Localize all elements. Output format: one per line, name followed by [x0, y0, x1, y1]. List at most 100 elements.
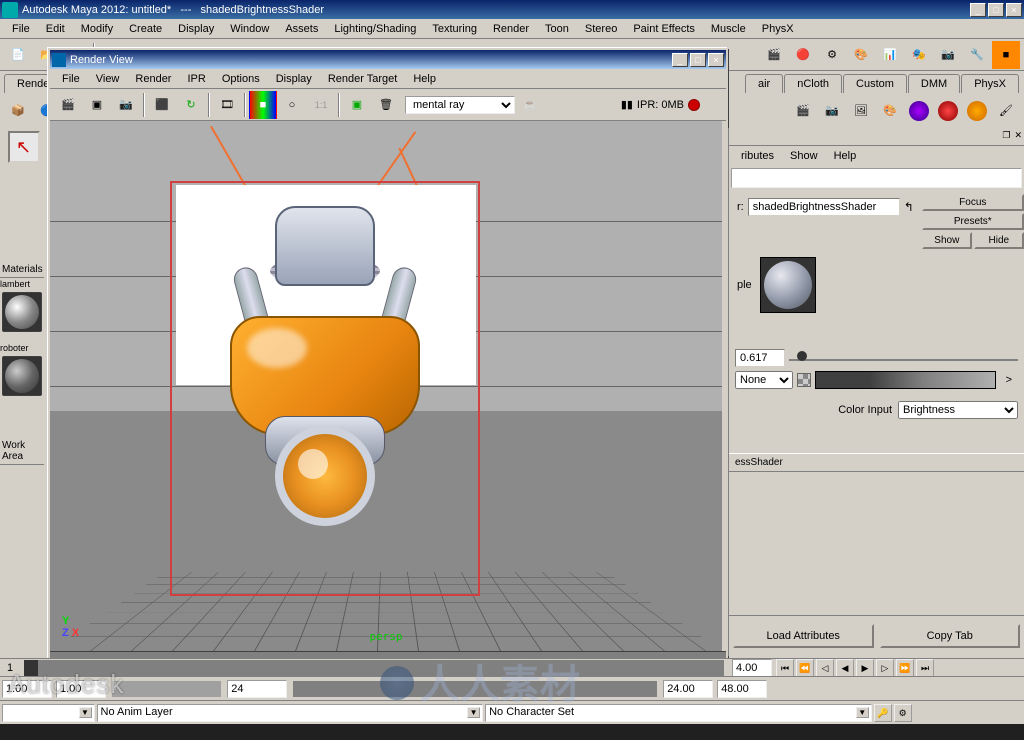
- prefs-icon[interactable]: ⚙: [894, 704, 912, 722]
- presets-button[interactable]: Presets*: [922, 213, 1024, 230]
- snapshot-icon[interactable]: 📷: [112, 91, 140, 119]
- tab-hair[interactable]: air: [745, 74, 783, 93]
- play-back-icon[interactable]: ◀: [836, 659, 854, 677]
- menu-lighting[interactable]: Lighting/Shading: [326, 21, 424, 37]
- rgb-icon[interactable]: ■: [249, 91, 277, 119]
- focus-button[interactable]: Focus: [922, 194, 1024, 211]
- menu-window[interactable]: Window: [222, 21, 277, 37]
- attr-menu-help[interactable]: Help: [826, 148, 865, 164]
- rv-menu-view[interactable]: View: [88, 71, 128, 87]
- checker-icon[interactable]: [797, 373, 811, 387]
- menu-physx[interactable]: PhysX: [754, 21, 802, 37]
- refresh-icon[interactable]: ↻: [177, 91, 205, 119]
- color-input-dropdown[interactable]: Brightness: [898, 401, 1018, 419]
- command-line[interactable]: [0, 724, 1024, 740]
- render-icon[interactable]: 🎬: [760, 41, 788, 69]
- shelf-btn[interactable]: 📷: [818, 97, 846, 125]
- menu-assets[interactable]: Assets: [277, 21, 326, 37]
- attr-menu-attributes[interactable]: ributes: [733, 148, 782, 164]
- current-frame-input[interactable]: [227, 680, 287, 698]
- menu-modify[interactable]: Modify: [73, 21, 121, 37]
- rv-close-button[interactable]: ×: [708, 53, 724, 67]
- shelf-btn[interactable]: 📦: [4, 97, 32, 125]
- menu-painteffects[interactable]: Paint Effects: [625, 21, 703, 37]
- step-back-icon[interactable]: ◁: [816, 659, 834, 677]
- timeline-marker[interactable]: [24, 660, 38, 676]
- color-ramp[interactable]: [815, 371, 996, 389]
- tab-custom[interactable]: Custom: [843, 74, 907, 93]
- render-view-titlebar[interactable]: Render View _ □ ×: [50, 50, 726, 69]
- tab-dmm[interactable]: DMM: [908, 74, 960, 93]
- step-fwd-icon[interactable]: ▷: [876, 659, 894, 677]
- material-swatch-roboter[interactable]: [2, 356, 42, 396]
- render-settings-icon[interactable]: ⚙: [818, 41, 846, 69]
- hypershade-icon[interactable]: 🎨: [847, 41, 875, 69]
- range-start-input[interactable]: [2, 680, 52, 698]
- minimize-button[interactable]: _: [970, 3, 986, 17]
- shelf-btn[interactable]: [934, 97, 962, 125]
- script-type-dropdown[interactable]: [2, 704, 95, 722]
- menu-display[interactable]: Display: [170, 21, 222, 37]
- pause-icon[interactable]: ☕: [516, 91, 544, 119]
- slider-handle[interactable]: [797, 351, 807, 361]
- rv-menu-file[interactable]: File: [54, 71, 88, 87]
- show-button[interactable]: Show: [922, 232, 972, 249]
- shelf-btn[interactable]: 🖼: [847, 97, 875, 125]
- material-sample-swatch[interactable]: [760, 257, 816, 313]
- toolbar-btn[interactable]: 🎭: [905, 41, 933, 69]
- toolbar-btn[interactable]: 📷: [934, 41, 962, 69]
- rv-maximize-button[interactable]: □: [690, 53, 706, 67]
- value-input[interactable]: [735, 349, 785, 367]
- goto-end-icon[interactable]: ⏭: [916, 659, 934, 677]
- tab-ncloth[interactable]: nCloth: [784, 74, 842, 93]
- record-icon[interactable]: [688, 99, 700, 111]
- material-swatch-lambert[interactable]: [2, 292, 42, 332]
- shader-name-input[interactable]: [748, 198, 900, 216]
- range-end-input[interactable]: [717, 680, 767, 698]
- expand-button[interactable]: >: [1000, 374, 1018, 386]
- keep-image-icon[interactable]: ▣: [343, 91, 371, 119]
- redo-render-icon[interactable]: 🎬: [54, 91, 82, 119]
- rv-minimize-button[interactable]: _: [672, 53, 688, 67]
- ipr-render-icon[interactable]: ⬛: [148, 91, 176, 119]
- time-end-input[interactable]: [732, 659, 772, 677]
- toolbar-btn[interactable]: ■: [992, 41, 1020, 69]
- hide-button[interactable]: Hide: [974, 232, 1024, 249]
- maximize-button[interactable]: □: [988, 3, 1004, 17]
- tab-physx[interactable]: PhysX: [961, 74, 1019, 93]
- attr-menu-show[interactable]: Show: [782, 148, 826, 164]
- panel-close-icon[interactable]: ✕: [1014, 130, 1022, 143]
- range-track[interactable]: [293, 681, 657, 697]
- alpha-icon[interactable]: ○: [278, 91, 306, 119]
- section-header[interactable]: essShader: [729, 453, 1024, 472]
- playback-end-input[interactable]: [663, 680, 713, 698]
- toolbar-btn[interactable]: 🔧: [963, 41, 991, 69]
- close-button[interactable]: ×: [1006, 3, 1022, 17]
- menu-edit[interactable]: Edit: [38, 21, 73, 37]
- select-tool[interactable]: ↖: [8, 131, 40, 163]
- rv-menu-help[interactable]: Help: [405, 71, 444, 87]
- rv-menu-ipr[interactable]: IPR: [179, 71, 213, 87]
- shelf-btn[interactable]: 🎨: [876, 97, 904, 125]
- play-fwd-icon[interactable]: ▶: [856, 659, 874, 677]
- timeline-track[interactable]: [24, 660, 724, 676]
- toolbar-btn[interactable]: 📄: [4, 41, 32, 69]
- menu-file[interactable]: File: [4, 21, 38, 37]
- step-back-key-icon[interactable]: ⏪: [796, 659, 814, 677]
- paint-brush-icon[interactable]: 🖌: [992, 97, 1020, 125]
- renderer-dropdown[interactable]: mental ray: [405, 96, 515, 114]
- playback-start-input[interactable]: [56, 680, 106, 698]
- menu-muscle[interactable]: Muscle: [703, 21, 754, 37]
- load-attributes-button[interactable]: Load Attributes: [733, 624, 874, 648]
- rv-menu-rendertarget[interactable]: Render Target: [320, 71, 406, 87]
- shelf-btn[interactable]: [963, 97, 991, 125]
- remove-image-icon[interactable]: 🗑: [372, 91, 400, 119]
- character-set-dropdown[interactable]: No Character Set: [485, 704, 872, 722]
- step-fwd-key-icon[interactable]: ⏩: [896, 659, 914, 677]
- render-globals-icon[interactable]: 🎞: [213, 91, 241, 119]
- nav-back-icon[interactable]: ↰: [904, 200, 914, 214]
- menu-texturing[interactable]: Texturing: [424, 21, 485, 37]
- rv-menu-options[interactable]: Options: [214, 71, 268, 87]
- ipr-icon[interactable]: 🔴: [789, 41, 817, 69]
- attr-tab-bar[interactable]: [731, 168, 1022, 188]
